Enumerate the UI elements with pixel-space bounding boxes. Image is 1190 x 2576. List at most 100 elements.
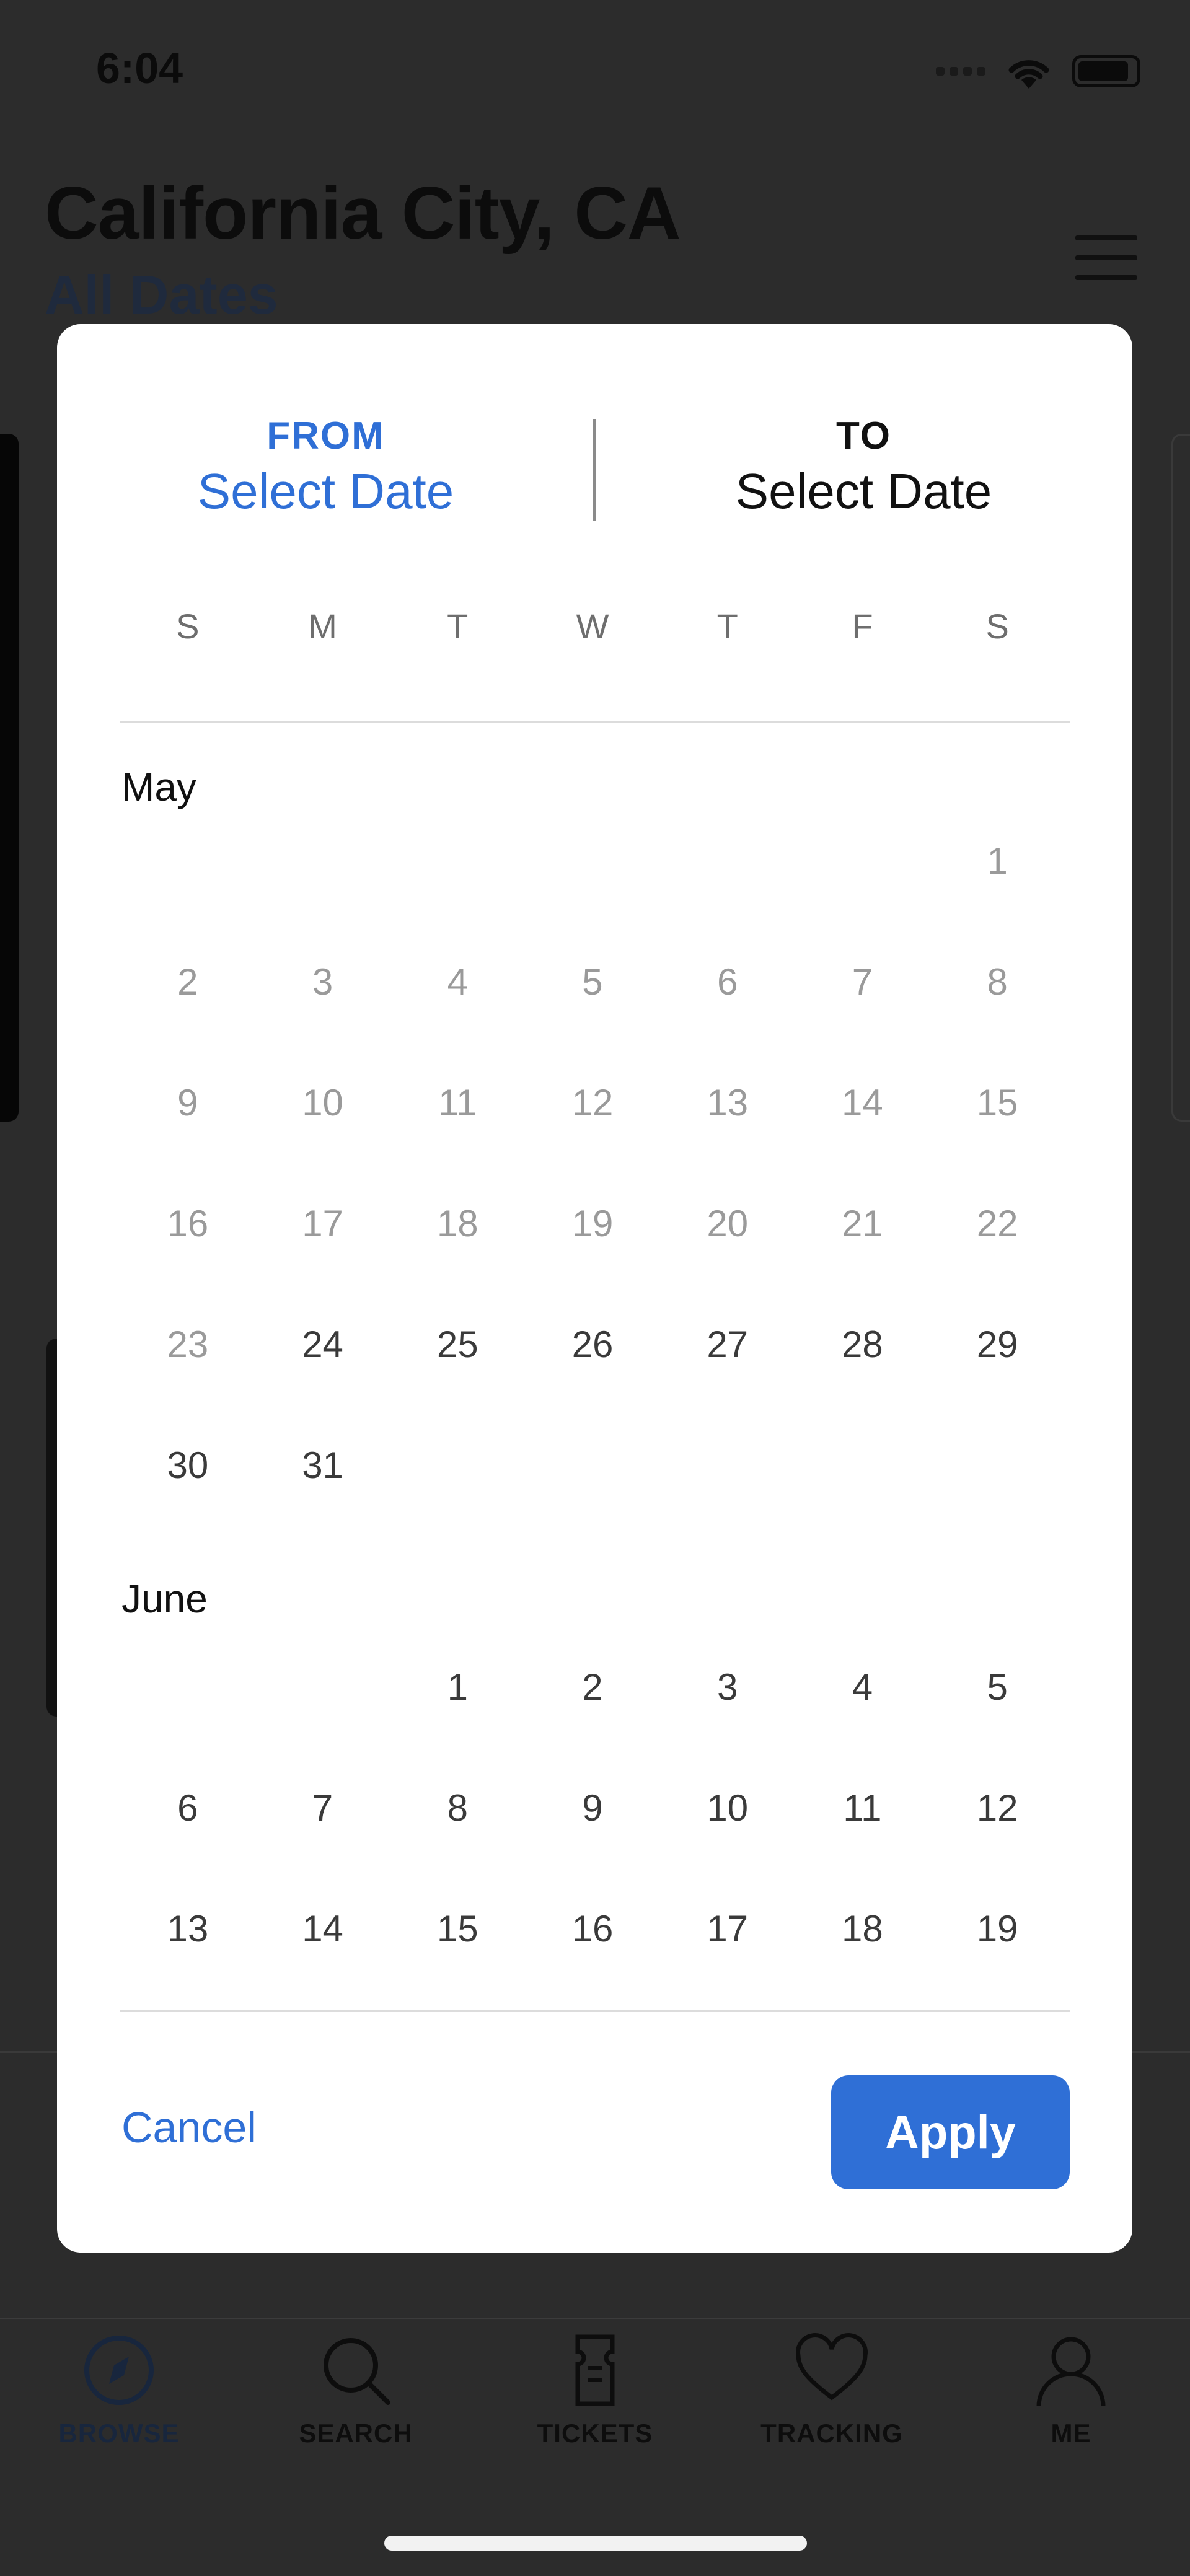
location-title: California City, CA <box>45 172 681 255</box>
calendar-day: 20 <box>707 1203 749 1244</box>
calendar-day: 9 <box>177 1082 198 1123</box>
calendar-day[interactable]: 10 <box>660 1783 795 1904</box>
tab-label: ME <box>1051 2419 1091 2448</box>
home-indicator <box>384 2536 807 2551</box>
weekday-label: S <box>985 607 1009 646</box>
calendar-day: 3 <box>312 961 333 1003</box>
calendar-day: 11 <box>438 1082 477 1123</box>
date-filter-label: All Dates <box>45 264 278 325</box>
calendar-day[interactable]: 19 <box>930 1904 1065 2025</box>
tab-search[interactable]: SEARCH <box>263 2333 449 2448</box>
calendar-day: 1 <box>987 840 1008 882</box>
wifi-icon <box>1008 60 1049 89</box>
weekday-label: W <box>576 607 609 646</box>
tab-tracking[interactable]: TRACKING <box>739 2333 925 2448</box>
month-label-may: May <box>121 765 196 809</box>
calendar-day[interactable]: 6 <box>120 1783 255 1904</box>
calendar-grid-june: 1 2 3 4 5 6 7 8 9 10 11 12 13 14 15 16 17 18 19 <box>120 1663 1065 2025</box>
calendar-day[interactable]: 16 <box>525 1904 660 2025</box>
calendar-day[interactable]: 8 <box>390 1783 525 1904</box>
apply-button[interactable]: Apply <box>831 2075 1070 2189</box>
tab-tickets[interactable]: TICKETS <box>502 2333 688 2448</box>
status-time: 6:04 <box>96 44 183 92</box>
calendar-day: 16 <box>167 1203 209 1244</box>
calendar-day[interactable]: 9 <box>525 1783 660 1904</box>
calendar-day: 4 <box>447 961 468 1003</box>
compass-icon <box>84 2336 154 2405</box>
calendar-day: 22 <box>976 1203 1018 1244</box>
calendar-day[interactable]: 15 <box>390 1904 525 2025</box>
date-range-modal: FROM Select Date TO Select Date S M T W … <box>57 324 1132 2253</box>
cancel-button[interactable]: Cancel <box>121 2103 257 2152</box>
weekday-label: F <box>852 607 873 646</box>
month-label-june: June <box>121 1576 208 1621</box>
calendar-day: 21 <box>842 1203 883 1244</box>
calendar-grid-may: 1 2 3 4 5 6 7 8 9 10 11 12 13 14 15 16 17 18 19 20 21 22 23 24 2… <box>120 837 1065 1562</box>
divider <box>120 2010 1070 2012</box>
weekday-label: T <box>447 607 469 646</box>
calendar-day: 6 <box>717 961 738 1003</box>
calendar-day[interactable]: 3 <box>660 1663 795 1783</box>
person-icon <box>1036 2337 1106 2407</box>
calendar-day[interactable]: 5 <box>930 1663 1065 1783</box>
ticket-icon <box>575 2334 615 2406</box>
from-label: FROM <box>267 415 385 457</box>
tab-label: TRACKING <box>760 2419 903 2448</box>
calendar-day[interactable]: 24 <box>255 1320 390 1441</box>
tab-browse[interactable]: BROWSE <box>26 2333 212 2448</box>
weekday-label: M <box>308 607 337 646</box>
calendar-day[interactable]: 7 <box>255 1783 390 1904</box>
to-label: TO <box>836 415 891 457</box>
calendar-day: 12 <box>571 1082 614 1123</box>
tab-me[interactable]: ME <box>978 2333 1164 2448</box>
calendar-day[interactable]: 13 <box>120 1904 255 2025</box>
calendar-day: 10 <box>302 1082 343 1123</box>
tab-label: TICKETS <box>537 2419 653 2448</box>
calendar-day[interactable]: 31 <box>255 1441 390 1562</box>
calendar-day[interactable]: 30 <box>120 1441 255 1562</box>
date-range-header: FROM Select Date TO Select Date <box>57 324 1132 535</box>
calendar-day[interactable]: 25 <box>390 1320 525 1441</box>
calendar-day[interactable]: 28 <box>795 1320 930 1441</box>
heart-icon <box>796 2333 868 2401</box>
event-card <box>0 434 19 1122</box>
from-value: Select Date <box>197 464 454 519</box>
battery-icon <box>1072 55 1140 87</box>
tab-label: SEARCH <box>299 2419 413 2448</box>
calendar-day: 23 <box>167 1324 209 1365</box>
search-icon <box>324 2338 390 2405</box>
calendar-day: 7 <box>852 961 873 1003</box>
calendar-day[interactable]: 12 <box>930 1783 1065 1904</box>
calendar-day: 18 <box>436 1203 478 1244</box>
weekday-label: S <box>176 607 200 646</box>
calendar-day[interactable]: 1 <box>390 1663 525 1783</box>
calendar-day[interactable]: 18 <box>795 1904 930 2025</box>
calendar-day: 17 <box>302 1203 343 1244</box>
calendar-day[interactable]: 4 <box>795 1663 930 1783</box>
calendar-day: 5 <box>582 961 603 1003</box>
calendar-day: 14 <box>842 1082 883 1123</box>
to-date-selector[interactable]: TO Select Date <box>595 414 1132 520</box>
calendar-day: 13 <box>707 1082 749 1123</box>
calendar-day[interactable]: 17 <box>660 1904 795 2025</box>
tab-label: BROWSE <box>58 2419 180 2448</box>
calendar-day[interactable]: 29 <box>930 1320 1065 1441</box>
weekday-header: S M T W T F S <box>120 606 1065 646</box>
calendar-day: 8 <box>987 961 1008 1003</box>
cellular-signal-icon <box>936 67 985 76</box>
calendar-day[interactable]: 11 <box>795 1783 930 1904</box>
divider <box>120 721 1070 723</box>
status-icons <box>936 53 1140 90</box>
event-card <box>1171 434 1190 1122</box>
from-date-selector[interactable]: FROM Select Date <box>57 414 594 520</box>
calendar-day: 19 <box>571 1203 614 1244</box>
menu-icon[interactable] <box>1075 235 1137 295</box>
calendar-day: 15 <box>976 1082 1018 1123</box>
calendar-day[interactable]: 27 <box>660 1320 795 1441</box>
calendar-day[interactable]: 26 <box>525 1320 660 1441</box>
calendar-day[interactable]: 14 <box>255 1904 390 2025</box>
to-value: Select Date <box>735 464 992 519</box>
calendar-day: 2 <box>177 961 198 1003</box>
calendar-day[interactable]: 2 <box>525 1663 660 1783</box>
weekday-label: T <box>716 607 738 646</box>
